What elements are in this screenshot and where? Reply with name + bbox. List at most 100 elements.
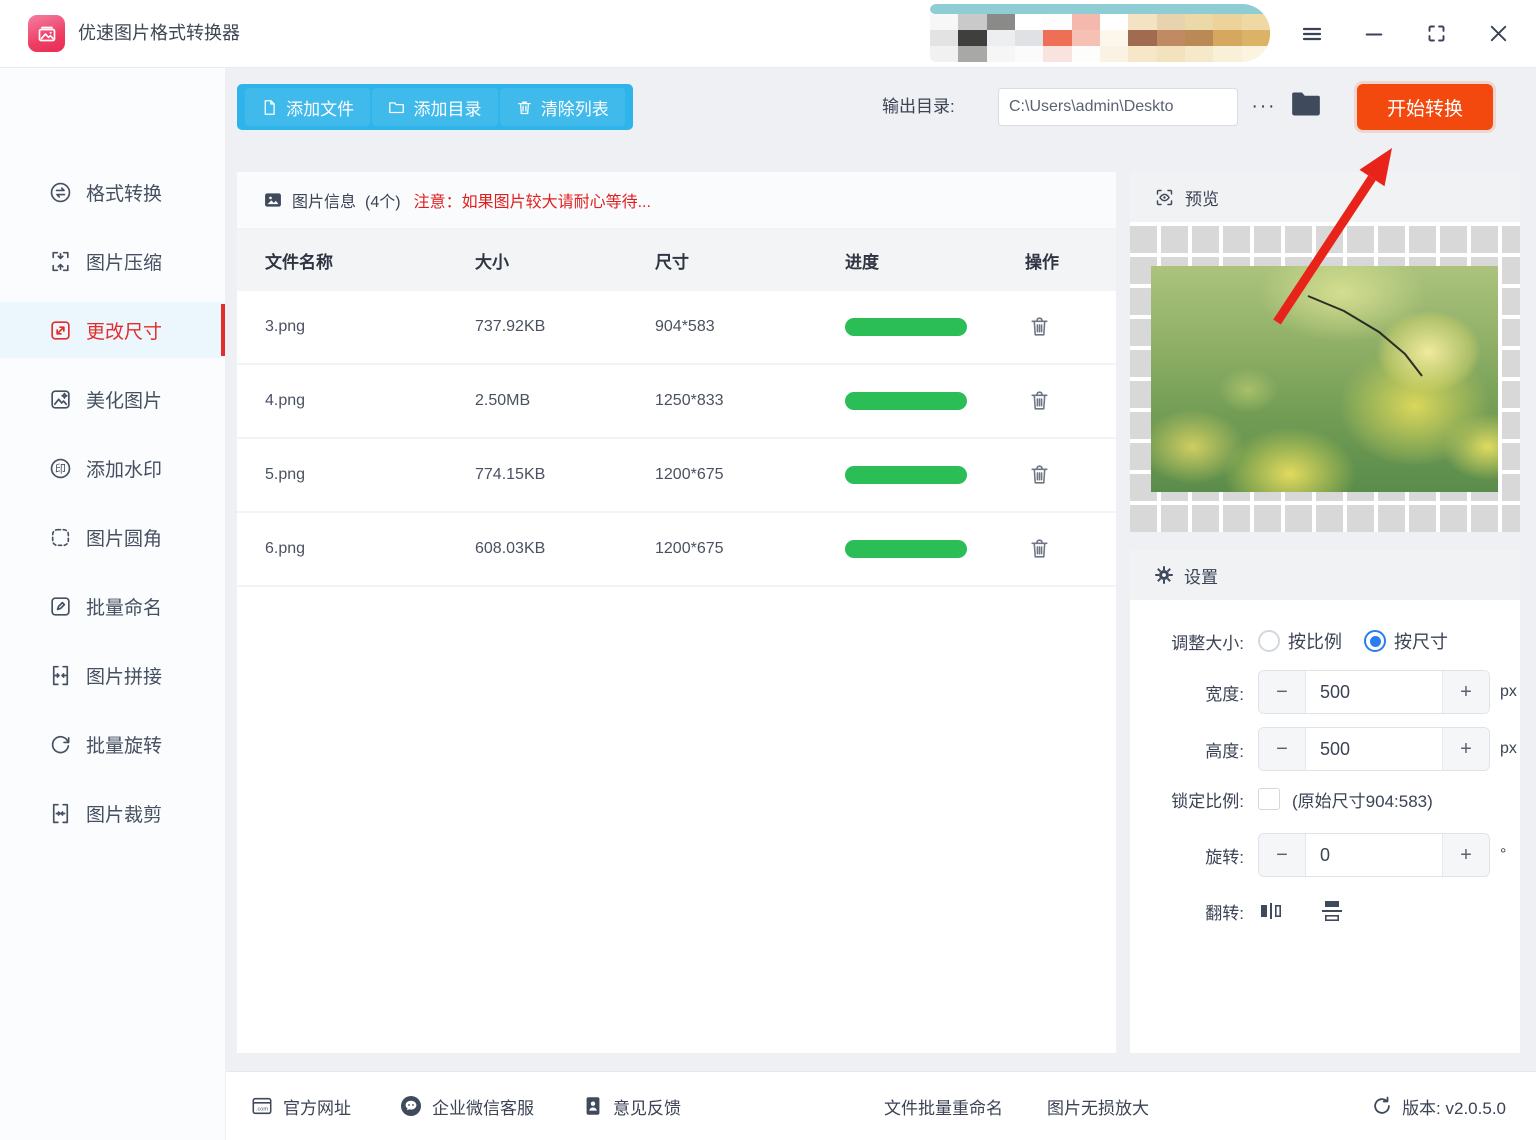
table-body: 3.png 737.92KB 904*583 4.png 2.50MB 1250*833… bbox=[237, 291, 1116, 587]
svg-text:.com: .com bbox=[256, 1107, 268, 1113]
open-folder-button[interactable] bbox=[1291, 91, 1321, 117]
close-icon[interactable] bbox=[1486, 22, 1510, 46]
radio-by-ratio-circle[interactable] bbox=[1258, 630, 1280, 652]
radio-by-ratio[interactable]: 按比例 bbox=[1258, 628, 1342, 654]
flip-horizontal-icon[interactable] bbox=[1258, 898, 1284, 924]
output-directory-label: 输出目录: bbox=[882, 97, 955, 116]
sidebar-item-beautify[interactable]: 美化图片 bbox=[0, 371, 225, 427]
add-file-button[interactable]: 添加文件 bbox=[245, 88, 371, 126]
flip-label: 翻转: bbox=[1205, 903, 1244, 923]
titlebar: 优速图片格式转换器 bbox=[0, 0, 1536, 68]
width-decrease-button[interactable]: − bbox=[1259, 671, 1306, 713]
table-header: 文件名称 大小 尺寸 进度 操作 bbox=[237, 229, 1116, 291]
sidebar-item-label: 图片圆角 bbox=[86, 528, 163, 550]
wechat-service-link[interactable]: 企业微信客服 bbox=[399, 1094, 534, 1119]
sidebar-item-label: 美化图片 bbox=[86, 390, 163, 412]
sidebar-item-batch-rename[interactable]: 批量命名 bbox=[0, 578, 225, 634]
lossless-enlarge-link[interactable]: 图片无损放大 bbox=[1047, 1094, 1149, 1119]
update-refresh-icon bbox=[1374, 1096, 1390, 1114]
minimize-icon[interactable] bbox=[1362, 22, 1386, 46]
footer-version: 版本: v2.0.5.0 bbox=[1371, 1072, 1506, 1140]
sidebar-item-format-convert[interactable]: 格式转换 bbox=[0, 164, 225, 220]
menu-icon[interactable] bbox=[1300, 22, 1324, 46]
transparency-checkerboard bbox=[1130, 222, 1520, 532]
height-input[interactable] bbox=[1306, 728, 1442, 770]
progress-bar bbox=[845, 466, 967, 484]
sidebar-item-label: 格式转换 bbox=[86, 183, 163, 205]
batch-rename-icon bbox=[48, 594, 73, 619]
file-name: 6.png bbox=[265, 540, 306, 557]
sidebar-item-round-corner[interactable]: 图片圆角 bbox=[0, 509, 225, 565]
progress-bar bbox=[845, 392, 967, 410]
output-directory-input[interactable] bbox=[998, 88, 1238, 126]
file-size: 774.15KB bbox=[475, 466, 546, 483]
feedback-link[interactable]: 意见反馈 bbox=[582, 1094, 681, 1119]
delete-row-icon[interactable] bbox=[1027, 462, 1053, 488]
settings-title: 设置 bbox=[1184, 567, 1218, 587]
app-logo-icon bbox=[28, 15, 65, 52]
feedback-label: 意见反馈 bbox=[613, 1098, 681, 1118]
censored-band bbox=[930, 4, 1270, 14]
column-header-dimensions: 尺寸 bbox=[655, 252, 689, 272]
window-controls bbox=[1300, 0, 1510, 67]
file-size: 2.50MB bbox=[475, 392, 531, 409]
sidebar-item-crop[interactable]: 图片裁剪 bbox=[0, 785, 225, 841]
sidebar-item-label: 添加水印 bbox=[86, 459, 163, 481]
width-unit: px bbox=[1500, 683, 1517, 700]
sidebar-item-label: 更改尺寸 bbox=[86, 321, 163, 343]
delete-row-icon[interactable] bbox=[1027, 314, 1053, 340]
rotate-input[interactable] bbox=[1306, 834, 1442, 876]
delete-row-icon[interactable] bbox=[1027, 536, 1053, 562]
height-label: 高度: bbox=[1205, 741, 1244, 761]
radio-by-size-label: 按尺寸 bbox=[1394, 632, 1448, 652]
batch-file-rename-link[interactable]: 文件批量重命名 bbox=[884, 1094, 1003, 1119]
settings-body: 调整大小: 按比例 按尺寸 宽度: − + px bbox=[1130, 600, 1520, 928]
width-increase-button[interactable]: + bbox=[1442, 671, 1489, 713]
radio-by-ratio-label: 按比例 bbox=[1288, 632, 1342, 652]
main-area: 添加文件 添加目录 清除列表 输出目录: ··· 开始转换 图片信息 (4个) … bbox=[225, 67, 1536, 1140]
add-directory-button[interactable]: 添加目录 bbox=[372, 88, 498, 126]
height-unit: px bbox=[1500, 740, 1517, 757]
radio-by-size-circle[interactable] bbox=[1364, 630, 1386, 652]
clear-list-button[interactable]: 清除列表 bbox=[499, 88, 625, 126]
maximize-icon[interactable] bbox=[1424, 22, 1448, 46]
height-increase-button[interactable]: + bbox=[1442, 728, 1489, 770]
toolbar-button-group: 添加文件 添加目录 清除列表 bbox=[237, 84, 633, 130]
image-info-icon bbox=[265, 193, 281, 207]
official-site-label: 官方网址 bbox=[283, 1098, 351, 1118]
progress-bar bbox=[845, 318, 967, 336]
sidebar-item-batch-rotate[interactable]: 批量旋转 bbox=[0, 716, 225, 772]
sidebar-item-watermark[interactable]: 印 添加水印 bbox=[0, 440, 225, 496]
radio-by-size[interactable]: 按尺寸 bbox=[1364, 628, 1448, 654]
file-info-title: 图片信息 bbox=[292, 194, 357, 211]
rotate-increase-button[interactable]: + bbox=[1442, 834, 1489, 876]
browse-more-button[interactable]: ··· bbox=[1247, 88, 1281, 126]
width-stepper: − + bbox=[1258, 670, 1490, 714]
sidebar-item-resize[interactable]: 更改尺寸 bbox=[0, 302, 225, 358]
rotate-unit: ° bbox=[1500, 846, 1507, 863]
sidebar-item-stitch[interactable]: 图片拼接 bbox=[0, 647, 225, 703]
version-info[interactable]: 版本: v2.0.5.0 bbox=[1371, 1094, 1506, 1119]
height-stepper: − + bbox=[1258, 727, 1490, 771]
width-input[interactable] bbox=[1306, 671, 1442, 713]
censored-watermark bbox=[930, 4, 1270, 62]
height-decrease-button[interactable]: − bbox=[1259, 728, 1306, 770]
column-header-actions: 操作 bbox=[1025, 252, 1059, 272]
flip-vertical-icon[interactable] bbox=[1318, 898, 1346, 924]
image-compress-icon bbox=[48, 249, 73, 274]
lock-ratio-checkbox[interactable] bbox=[1258, 788, 1280, 810]
footer-links-middle: 文件批量重命名 图片无损放大 bbox=[884, 1072, 1149, 1140]
official-site-link[interactable]: .com 官方网址 bbox=[250, 1094, 351, 1119]
footer-links-left: .com 官方网址 企业微信客服 意见反馈 bbox=[250, 1072, 681, 1140]
file-list-panel: 图片信息 (4个) 注意：如果图片较大请耐心等待... 文件名称 大小 尺寸 进… bbox=[237, 172, 1116, 1053]
wechat-service-label: 企业微信客服 bbox=[432, 1098, 534, 1118]
table-row: 3.png 737.92KB 904*583 bbox=[237, 291, 1116, 365]
censored-blocks bbox=[930, 14, 1270, 62]
file-info-count: (4个) bbox=[365, 194, 401, 211]
stitch-icon bbox=[48, 663, 73, 688]
sidebar-item-image-compress[interactable]: 图片压缩 bbox=[0, 233, 225, 289]
version-label: 版本: v2.0.5.0 bbox=[1402, 1098, 1506, 1118]
delete-row-icon[interactable] bbox=[1027, 388, 1053, 414]
start-convert-button[interactable]: 开始转换 bbox=[1357, 84, 1493, 130]
rotate-decrease-button[interactable]: − bbox=[1259, 834, 1306, 876]
